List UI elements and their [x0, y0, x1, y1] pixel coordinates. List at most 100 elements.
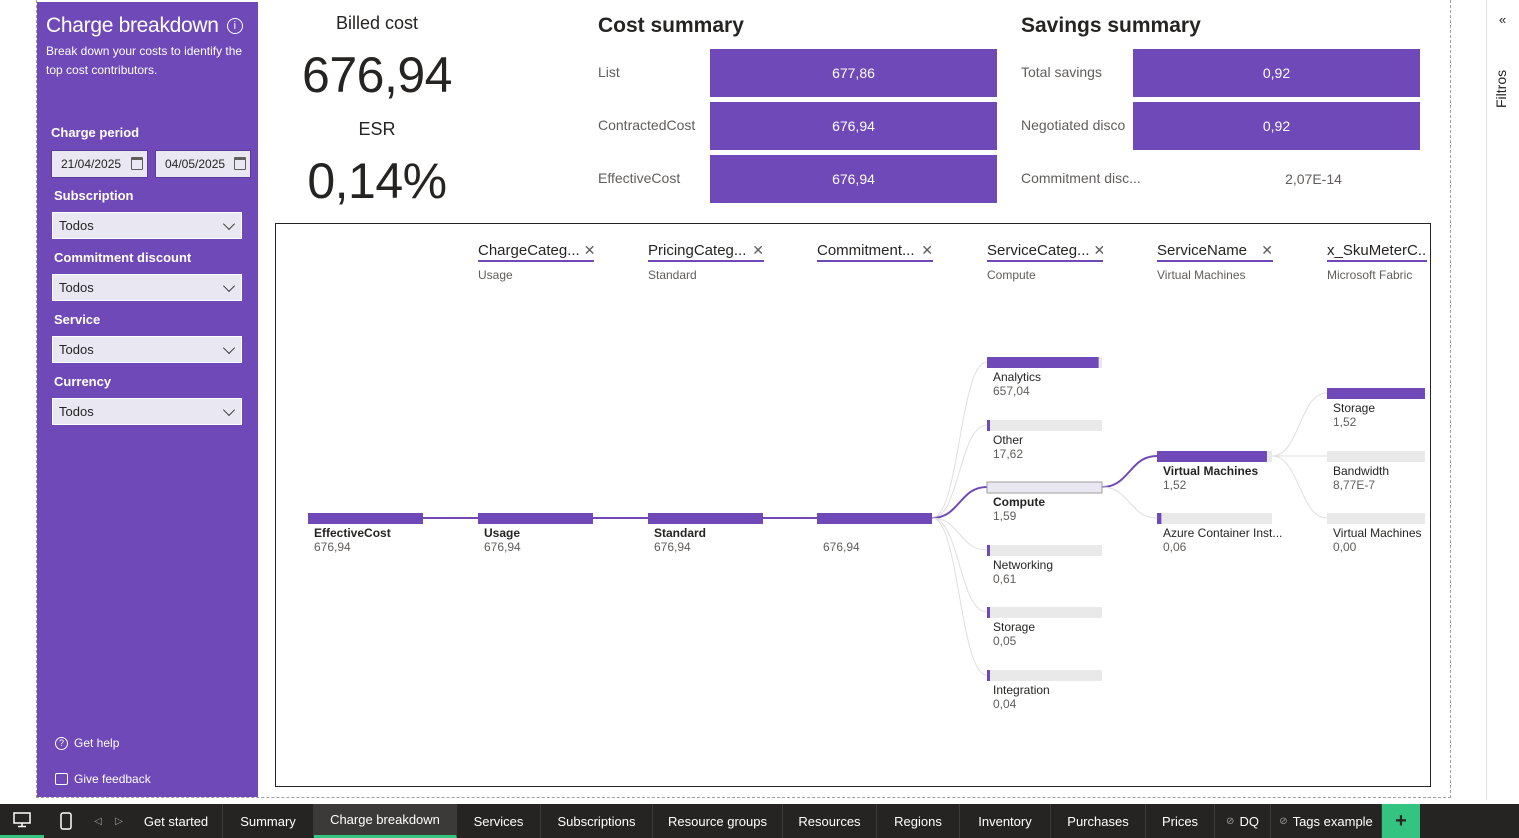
tree-node-track[interactable]	[987, 545, 1102, 556]
tree-level-selection: Standard	[648, 268, 697, 282]
info-icon[interactable]: i	[226, 18, 243, 34]
feedback-icon	[55, 773, 68, 785]
billed-cost-label: Billed cost	[335, 13, 419, 33]
tree-level-header[interactable]: ChargeCateg...✕ Usage	[478, 242, 594, 282]
tree-node-track[interactable]	[987, 420, 1102, 431]
tab-prices[interactable]: Prices	[1146, 804, 1215, 838]
calendar-icon[interactable]	[234, 157, 246, 170]
tree-node-track[interactable]	[987, 670, 1102, 681]
chevron-right-icon[interactable]: ▷	[108, 804, 130, 838]
chevron-left-icon[interactable]: ◁	[88, 804, 108, 838]
tree-node-label: Other	[993, 433, 1024, 447]
esr-value: 0,14%	[307, 153, 447, 209]
date-start-value: 21/04/2025	[61, 157, 122, 171]
tab-resources[interactable]: Resources	[783, 804, 877, 838]
subscription-dropdown[interactable]: Todos	[52, 212, 242, 239]
tab-summary[interactable]: Summary	[223, 804, 314, 838]
calendar-icon[interactable]	[131, 157, 143, 170]
close-icon[interactable]: ✕	[584, 242, 594, 259]
tree-level-header[interactable]: ServiceName ✕ Virtual Machines	[1157, 242, 1273, 282]
tree-node-value: 1,59	[993, 509, 1017, 523]
service-dropdown[interactable]: Todos	[52, 336, 242, 363]
cost-summary-row-label: EffectiveCost	[598, 170, 681, 186]
cost-summary-value: 677,86	[832, 65, 875, 81]
tree-node-bar[interactable]	[987, 670, 990, 681]
desktop-view-icon[interactable]	[0, 804, 44, 838]
service-value: Todos	[59, 342, 94, 357]
charge-period-label: Charge period	[51, 125, 140, 140]
tree-node-value: 0,04	[993, 697, 1017, 711]
tree-node-bar[interactable]	[987, 357, 1099, 368]
close-icon[interactable]: ✕	[921, 242, 933, 259]
cost-summary-row-label: List	[598, 64, 620, 80]
tree-level-header[interactable]: ServiceCateg...✕ Compute	[987, 242, 1103, 282]
cost-summary-bar[interactable]: 676,94	[710, 155, 997, 203]
tab-inventory[interactable]: Inventory	[960, 804, 1051, 838]
cost-summary-value: 676,94	[832, 118, 875, 134]
mobile-view-icon[interactable]	[44, 804, 88, 838]
savings-summary-row-label: Negotiated disco	[1021, 117, 1126, 133]
tree-node-track[interactable]	[1157, 513, 1272, 524]
tab-purchases[interactable]: Purchases	[1051, 804, 1146, 838]
tree-node-label: Storage	[993, 620, 1036, 634]
tree-node-bar[interactable]	[1327, 388, 1425, 399]
cost-summary-value: 676,94	[832, 171, 875, 187]
close-icon[interactable]: ✕	[1094, 242, 1103, 259]
tree-node-bar[interactable]	[1157, 451, 1267, 462]
tree-node-track[interactable]	[1327, 513, 1425, 524]
date-start-input[interactable]: 21/04/2025	[51, 150, 148, 178]
tab-tags-example-label: Tags example	[1292, 813, 1373, 829]
give-feedback-link[interactable]: Give feedback	[55, 772, 151, 786]
tree-node-bar[interactable]	[308, 513, 423, 524]
tab-regions[interactable]: Regions	[877, 804, 960, 838]
savings-summary-bar[interactable]: 0,92	[1133, 49, 1420, 97]
close-icon[interactable]: ✕	[1261, 242, 1273, 259]
monitor-icon	[13, 811, 31, 827]
billed-cost-value: 676,94	[302, 47, 452, 103]
tree-connector	[1101, 486, 1158, 519]
tree-node-track[interactable]	[1327, 451, 1425, 462]
add-page-button[interactable]: +	[1382, 804, 1420, 838]
tree-node-label: Standard	[654, 526, 707, 540]
tab-subscriptions[interactable]: Subscriptions	[541, 804, 653, 838]
tree-node-label: Usage	[484, 526, 521, 540]
tree-level-selection: Virtual Machines	[1157, 268, 1246, 282]
commitment-discount-label: Commitment discount	[54, 250, 192, 265]
filters-pane[interactable]: « Filtros	[1486, 0, 1519, 800]
decomposition-tree-canvas	[308, 357, 1425, 681]
cost-summary-bar[interactable]: 676,94	[710, 102, 997, 150]
tree-level-name: ServiceName	[1157, 242, 1248, 259]
tab-services[interactable]: Services	[457, 804, 541, 838]
cost-summary-bar[interactable]: 677,86	[710, 49, 997, 97]
get-help-link[interactable]: ? Get help	[55, 736, 119, 750]
tree-level-header[interactable]: PricingCateg... ✕ Standard	[648, 242, 764, 282]
tab-resource-groups[interactable]: Resource groups	[653, 804, 783, 838]
tree-node-bar[interactable]	[817, 513, 932, 524]
savings-summary-row-label: Commitment disc...	[1021, 170, 1141, 186]
tree-node-bar[interactable]	[648, 513, 763, 524]
chevron-down-icon	[222, 279, 236, 293]
tree-level-name: Commitment...	[817, 242, 915, 259]
currency-dropdown[interactable]: Todos	[52, 398, 242, 425]
tree-node-label: Virtual Machines	[1333, 526, 1422, 540]
close-icon[interactable]: ✕	[752, 242, 764, 259]
tree-node-track[interactable]	[987, 607, 1102, 618]
tab-dq[interactable]: ⊘ DQ	[1215, 804, 1271, 838]
savings-summary-bar[interactable]: 0,92	[1133, 102, 1420, 150]
tree-node-value: 676,94	[484, 540, 521, 554]
tree-node-bar[interactable]	[478, 513, 593, 524]
commitment-discount-dropdown[interactable]: Todos	[52, 274, 242, 301]
tab-charge-breakdown[interactable]: Charge breakdown	[314, 804, 457, 838]
tree-node-bar[interactable]	[987, 607, 990, 618]
help-icon: ?	[55, 736, 68, 750]
tab-get-started[interactable]: Get started	[130, 804, 223, 838]
tree-level-header[interactable]: x_SkuMeterC... Microsoft Fabric	[1327, 242, 1427, 282]
tree-node-bar[interactable]	[987, 545, 990, 556]
date-end-input[interactable]: 04/05/2025	[155, 150, 251, 178]
collapse-icon[interactable]: «	[1499, 12, 1506, 27]
tab-tags-example[interactable]: ⊘ Tags example	[1271, 804, 1382, 838]
tree-node-track[interactable]	[986, 481, 1103, 494]
tree-node-bar[interactable]	[1157, 513, 1162, 524]
tree-node-bar[interactable]	[987, 420, 990, 431]
tree-level-header[interactable]: Commitment... ✕	[817, 242, 933, 268]
